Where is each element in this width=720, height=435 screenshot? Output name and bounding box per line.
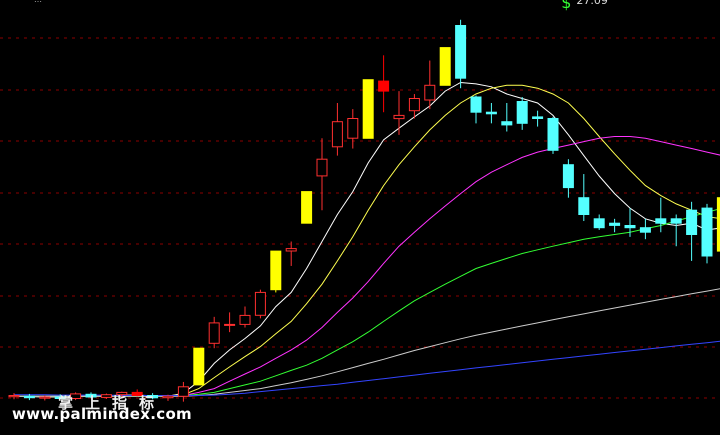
- ma-line-4: [14, 208, 720, 397]
- candle-body: [239, 314, 251, 325]
- watermark-url: www.palmindex.com: [12, 405, 192, 423]
- candle-body: [593, 218, 605, 229]
- candle-body: [701, 207, 713, 257]
- candle-body: [424, 84, 436, 101]
- ma-line-5: [14, 288, 720, 397]
- candle-body: [624, 225, 636, 229]
- candle-body: [532, 116, 544, 120]
- candle-body: [301, 191, 313, 224]
- watermark: 掌上指标 www.palmindex.com: [2, 392, 202, 432]
- candle-body: [285, 248, 297, 252]
- candle-body: [485, 111, 497, 115]
- candle-body: [516, 101, 528, 124]
- candle-body: [347, 118, 359, 139]
- candlestick-chart: $27.09B…: [0, 0, 720, 402]
- candle-body: [224, 323, 236, 326]
- high-marker-symbol: $: [561, 0, 571, 12]
- candle-body: [501, 121, 513, 126]
- candle-body: [316, 158, 328, 177]
- chart-canvas: $27.09B… 掌上指标 www.palmindex.com: [0, 0, 720, 435]
- candle-body: [254, 291, 266, 316]
- candle-body: [639, 227, 651, 233]
- candle-body: [393, 114, 405, 120]
- candle-body: [193, 347, 205, 386]
- candle-body: [670, 218, 682, 224]
- candle-body: [270, 250, 282, 291]
- candle-body: [686, 209, 698, 235]
- ma-line-6: [14, 340, 720, 396]
- candle-body: [208, 322, 220, 344]
- candle-body: [439, 47, 451, 86]
- candle-body: [547, 118, 559, 151]
- high-marker-value: 27.09: [576, 0, 608, 7]
- candle-body: [455, 25, 467, 79]
- ma-line-3: [14, 136, 720, 397]
- candle-body: [470, 96, 482, 113]
- candle-body: [378, 80, 390, 92]
- candle-body: [609, 222, 621, 226]
- top-partial-label: …: [34, 0, 42, 4]
- candle-body: [578, 197, 590, 215]
- candle-body: [362, 79, 374, 139]
- candle-body: [331, 121, 343, 148]
- candle-body: [408, 98, 420, 112]
- candle-body: [562, 164, 574, 189]
- candle-body: [655, 218, 667, 224]
